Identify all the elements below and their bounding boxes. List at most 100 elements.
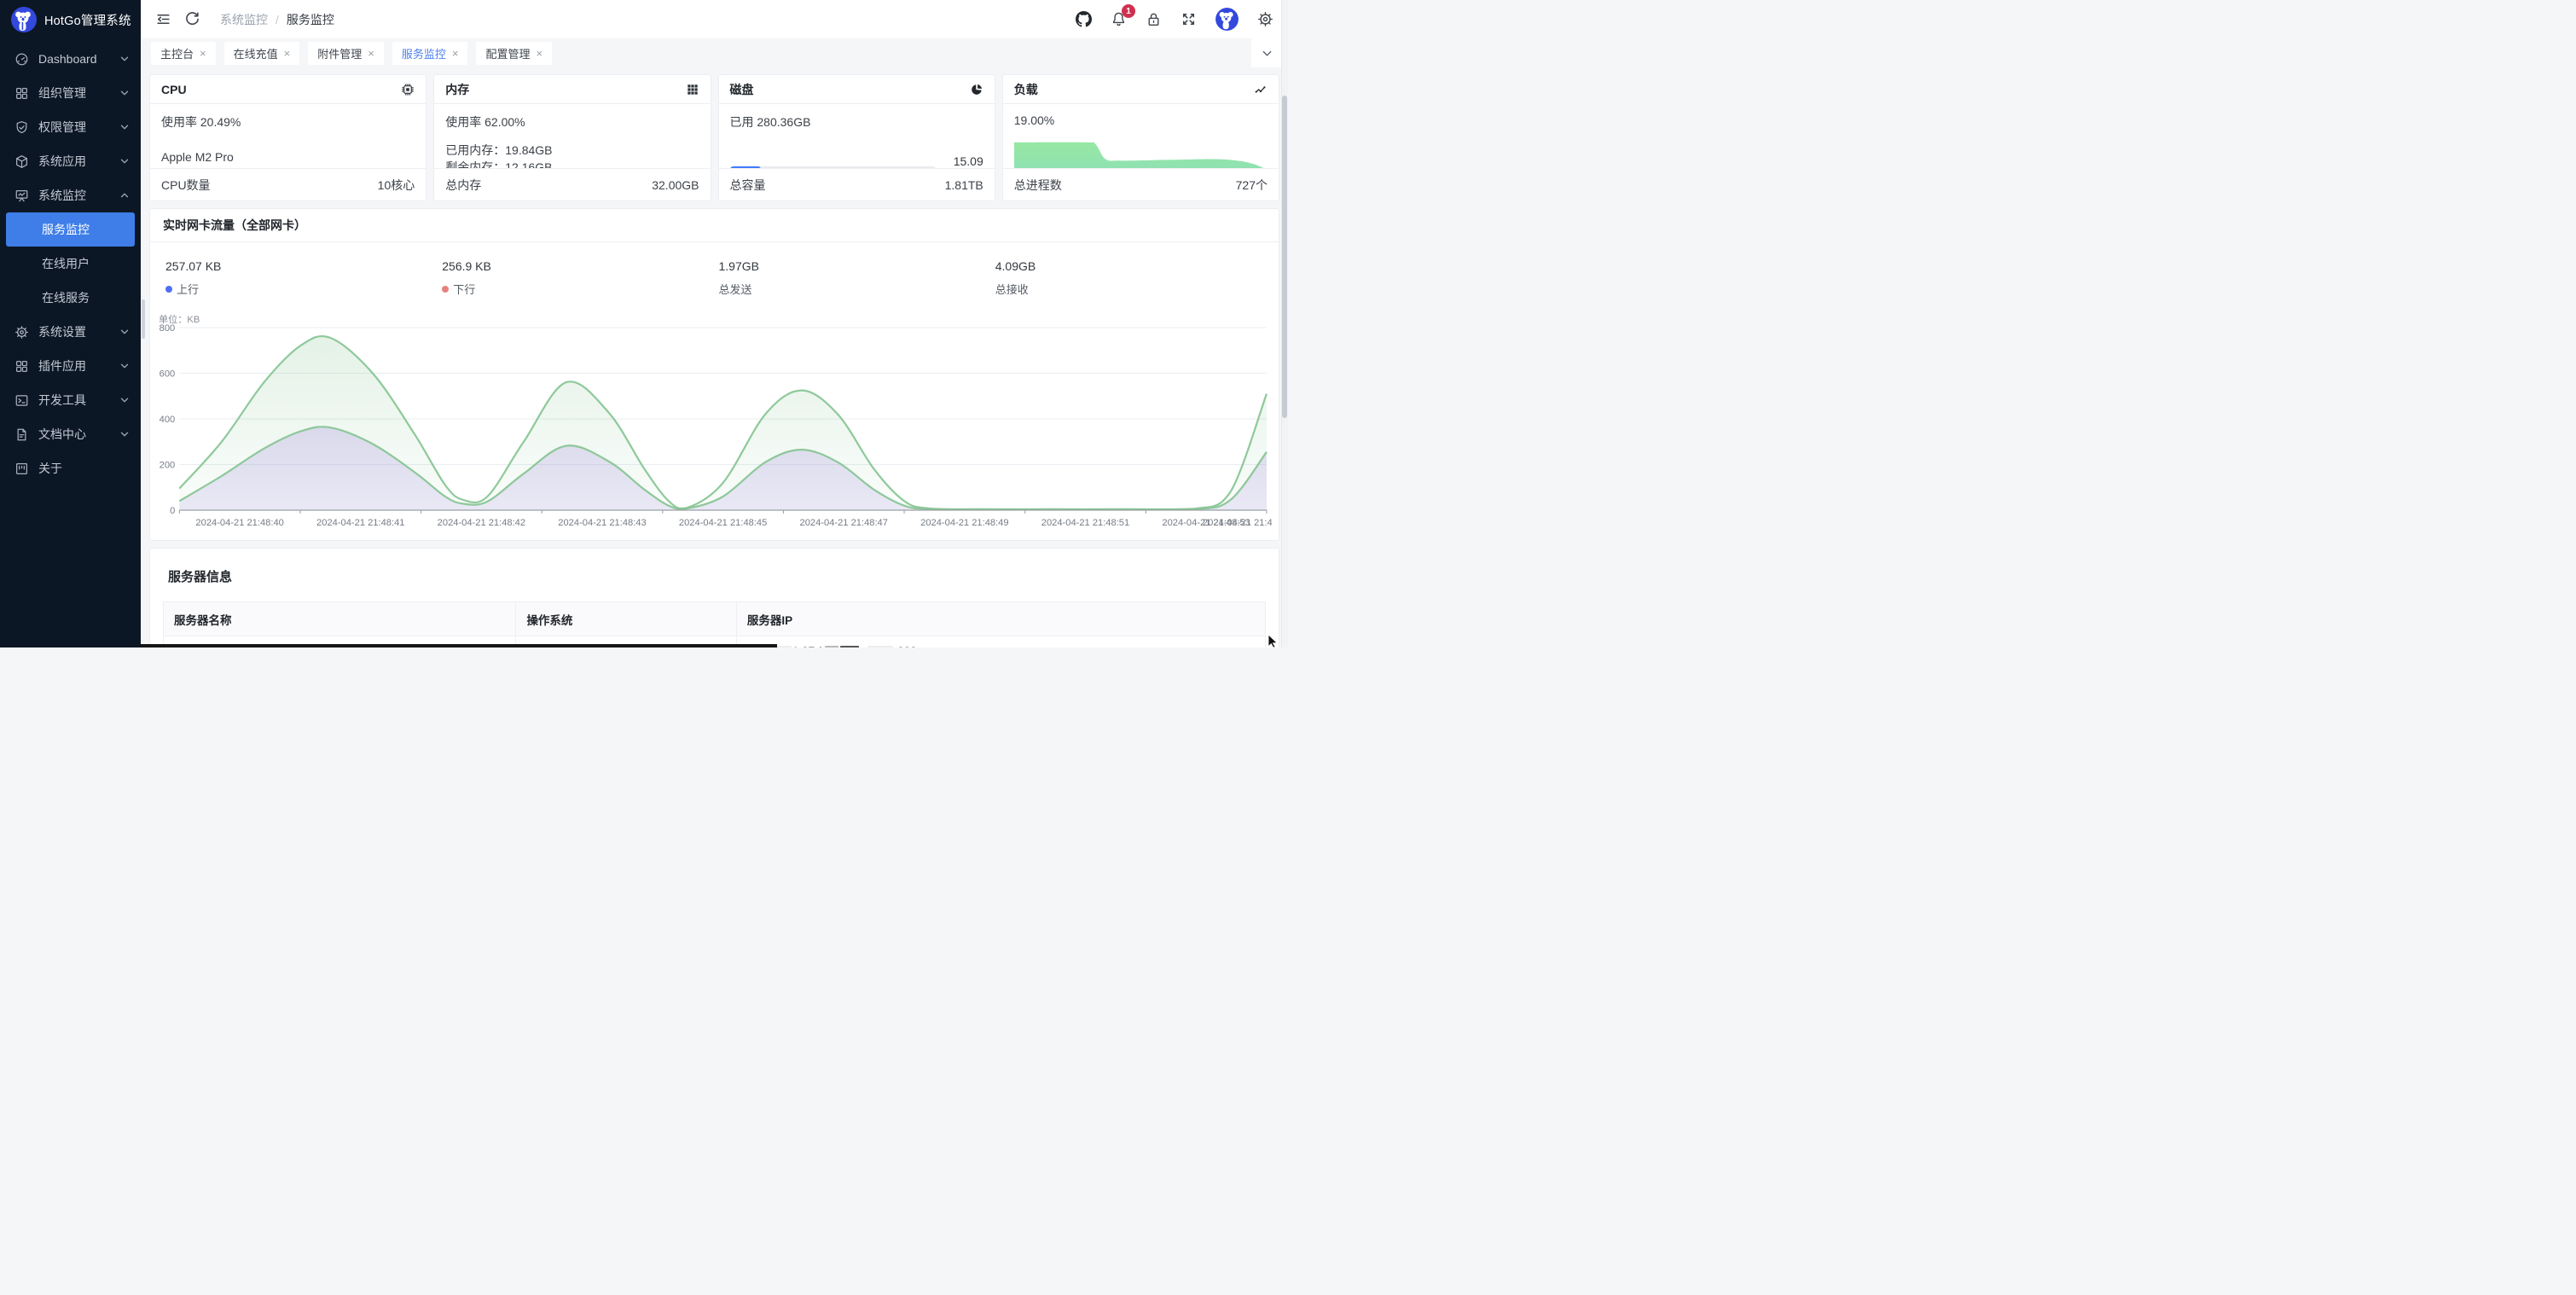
app-window: HotGo管理系统 Dashboard 组织管理 权限管理 系统应用 系统监控 … xyxy=(0,0,1288,648)
svg-text:2024-04-21 21:48:51: 2024-04-21 21:48:51 xyxy=(1041,518,1129,528)
breadcrumb-parent[interactable]: 系统监控 xyxy=(220,11,268,28)
tab-list-dropdown-button[interactable] xyxy=(1251,38,1282,67)
svg-text:2024-04-21 21:48:49: 2024-04-21 21:48:49 xyxy=(920,518,1008,528)
svg-text:400: 400 xyxy=(160,415,176,425)
svg-text:2024-04-21 21:48:47: 2024-04-21 21:48:47 xyxy=(800,518,888,528)
legend-dot xyxy=(442,286,449,293)
tab-close-icon[interactable]: × xyxy=(200,48,206,59)
svg-text:2024-04-21 21:48:42: 2024-04-21 21:48:42 xyxy=(438,518,525,528)
net-stat-2: 1.97GB 总发送 xyxy=(719,259,995,297)
cpu-chip-icon xyxy=(401,83,415,96)
sidebar-item-label: 系统应用 xyxy=(38,153,119,170)
tab-list: 主控台 × 在线充值 × 附件管理 × 服务监控 × 配置管理 × xyxy=(151,42,552,65)
notification-badge: 1 xyxy=(1122,4,1135,18)
breadcrumb-current[interactable]: 服务监控 xyxy=(287,11,334,28)
sidebar-item-plugin-app[interactable]: 插件应用 xyxy=(0,349,141,383)
user-avatar[interactable] xyxy=(1215,8,1239,31)
redacted-block xyxy=(840,646,859,648)
net-stat-value: 1.97GB xyxy=(719,259,995,273)
sidebar-item-about[interactable]: 关于 xyxy=(0,451,141,485)
content-area: CPU 使用率 20.49% Apple M2 Pro xyxy=(141,67,1288,648)
terminal-icon xyxy=(15,393,29,408)
tab-label: 附件管理 xyxy=(317,45,362,61)
top-header: 系统监控 / 服务监控 1 xyxy=(141,0,1288,38)
cpu-model: Apple M2 Pro xyxy=(161,150,415,164)
tab-close-icon[interactable]: × xyxy=(368,48,374,59)
dashboard-icon xyxy=(15,52,29,67)
main-area: 系统监控 / 服务监控 1 xyxy=(141,0,1288,648)
cpu-footer-label: CPU数量 xyxy=(161,177,211,194)
sidebar-item-dashboard[interactable]: Dashboard xyxy=(0,42,141,76)
tab-4[interactable]: 配置管理 × xyxy=(476,42,552,65)
net-stat-1: 256.9 KB 下行 xyxy=(442,259,718,297)
sidebar-subitem-service-monitor[interactable]: 服务监控 xyxy=(6,212,135,247)
sidebar-subitem-online-services[interactable]: 在线服务 xyxy=(6,281,135,315)
sidebar-item-system-app[interactable]: 系统应用 xyxy=(0,144,141,178)
chevron-down-icon xyxy=(119,88,130,98)
monitor-icon xyxy=(15,189,29,203)
sidebar-subitem-label: 在线服务 xyxy=(42,289,90,306)
svg-text:200: 200 xyxy=(160,461,176,471)
tab-close-icon[interactable]: × xyxy=(452,48,459,59)
vertical-scrollbar-thumb[interactable] xyxy=(1282,96,1287,418)
svg-text:0: 0 xyxy=(170,506,175,516)
sidebar-item-label: 组织管理 xyxy=(38,84,119,102)
table-header-row: 服务器名称操作系统服务器IP xyxy=(164,602,1266,636)
memory-card-title: 内存 xyxy=(445,81,469,98)
koala-logo-icon xyxy=(11,7,37,32)
tab-3[interactable]: 服务监控 × xyxy=(392,42,468,65)
sidebar-item-system-monitor[interactable]: 系统监控 xyxy=(0,178,141,212)
refresh-icon[interactable] xyxy=(184,11,200,27)
sidebar-item-doc-center[interactable]: 文档中心 xyxy=(0,417,141,451)
sidebar: HotGo管理系统 Dashboard 组织管理 权限管理 系统应用 系统监控 … xyxy=(0,0,141,648)
load-pulse-icon xyxy=(1254,83,1268,96)
disk-footer-label: 总容量 xyxy=(730,177,766,194)
sidebar-item-label: 文档中心 xyxy=(38,426,119,443)
vertical-scrollbar-track[interactable] xyxy=(1281,0,1288,648)
tab-2[interactable]: 附件管理 × xyxy=(308,42,384,65)
app-logo[interactable]: HotGo管理系统 xyxy=(0,0,141,39)
chevron-down-icon xyxy=(119,122,130,132)
sidebar-subitem-online-users[interactable]: 在线用户 xyxy=(6,247,135,281)
chevron-down-icon xyxy=(119,327,130,337)
load-sparkline-chart xyxy=(1014,135,1268,168)
svg-text:2024-04-21 21:4: 2024-04-21 21:4 xyxy=(1203,518,1272,528)
notification-bell[interactable]: 1 xyxy=(1111,11,1127,27)
cpu-card: CPU 使用率 20.49% Apple M2 Pro xyxy=(149,74,426,201)
cube-icon xyxy=(15,154,29,169)
sidebar-item-label: 系统设置 xyxy=(38,323,119,340)
settings-gear-icon[interactable] xyxy=(1257,11,1273,27)
table-header-cell: 服务器名称 xyxy=(164,602,516,636)
tab-close-icon[interactable]: × xyxy=(284,48,291,59)
about-icon xyxy=(15,462,29,476)
server-ip-cell: 191.27 / .238 xyxy=(736,636,1265,648)
sidebar-item-organization[interactable]: 组织管理 xyxy=(0,76,141,110)
content-mini-scrollbar-thumb[interactable] xyxy=(142,299,145,339)
horizontal-scrollbar-thumb[interactable] xyxy=(141,644,777,648)
sidebar-item-system-settings[interactable]: 系统设置 xyxy=(0,315,141,349)
sidebar-item-permission[interactable]: 权限管理 xyxy=(0,110,141,144)
tab-label: 服务监控 xyxy=(402,45,446,61)
sidebar-item-dev-tools[interactable]: 开发工具 xyxy=(0,383,141,417)
load-card: 负载 19.00% xyxy=(1002,74,1279,201)
svg-text:800: 800 xyxy=(160,323,176,334)
plugin-grid-icon xyxy=(15,359,29,374)
stat-cards-row: CPU 使用率 20.49% Apple M2 Pro xyxy=(149,74,1279,201)
net-stat-label: 上行 xyxy=(165,281,442,297)
network-traffic-chart: 单位：KB02004006008002024-04-21 21:48:40202… xyxy=(157,314,1272,537)
tab-0[interactable]: 主控台 × xyxy=(151,42,216,65)
table-header-cell: 操作系统 xyxy=(516,602,736,636)
tab-1[interactable]: 在线充值 × xyxy=(224,42,300,65)
cpu-card-title: CPU xyxy=(161,83,187,96)
lock-screen-icon[interactable] xyxy=(1146,11,1162,27)
sidebar-menu: Dashboard 组织管理 权限管理 系统应用 系统监控 服务监控 在线用户 … xyxy=(0,39,141,648)
github-icon[interactable] xyxy=(1076,11,1092,27)
disk-used: 已用 280.36GB xyxy=(730,113,983,131)
tab-close-icon[interactable]: × xyxy=(536,48,542,59)
collapse-sidebar-icon[interactable] xyxy=(155,11,171,27)
breadcrumb: 系统监控 / 服务监控 xyxy=(220,11,334,28)
tab-label: 主控台 xyxy=(160,45,194,61)
net-stat-value: 257.07 KB xyxy=(165,259,442,273)
fullscreen-icon[interactable] xyxy=(1181,11,1197,27)
memory-footer-value: 32.00GB xyxy=(652,178,699,192)
